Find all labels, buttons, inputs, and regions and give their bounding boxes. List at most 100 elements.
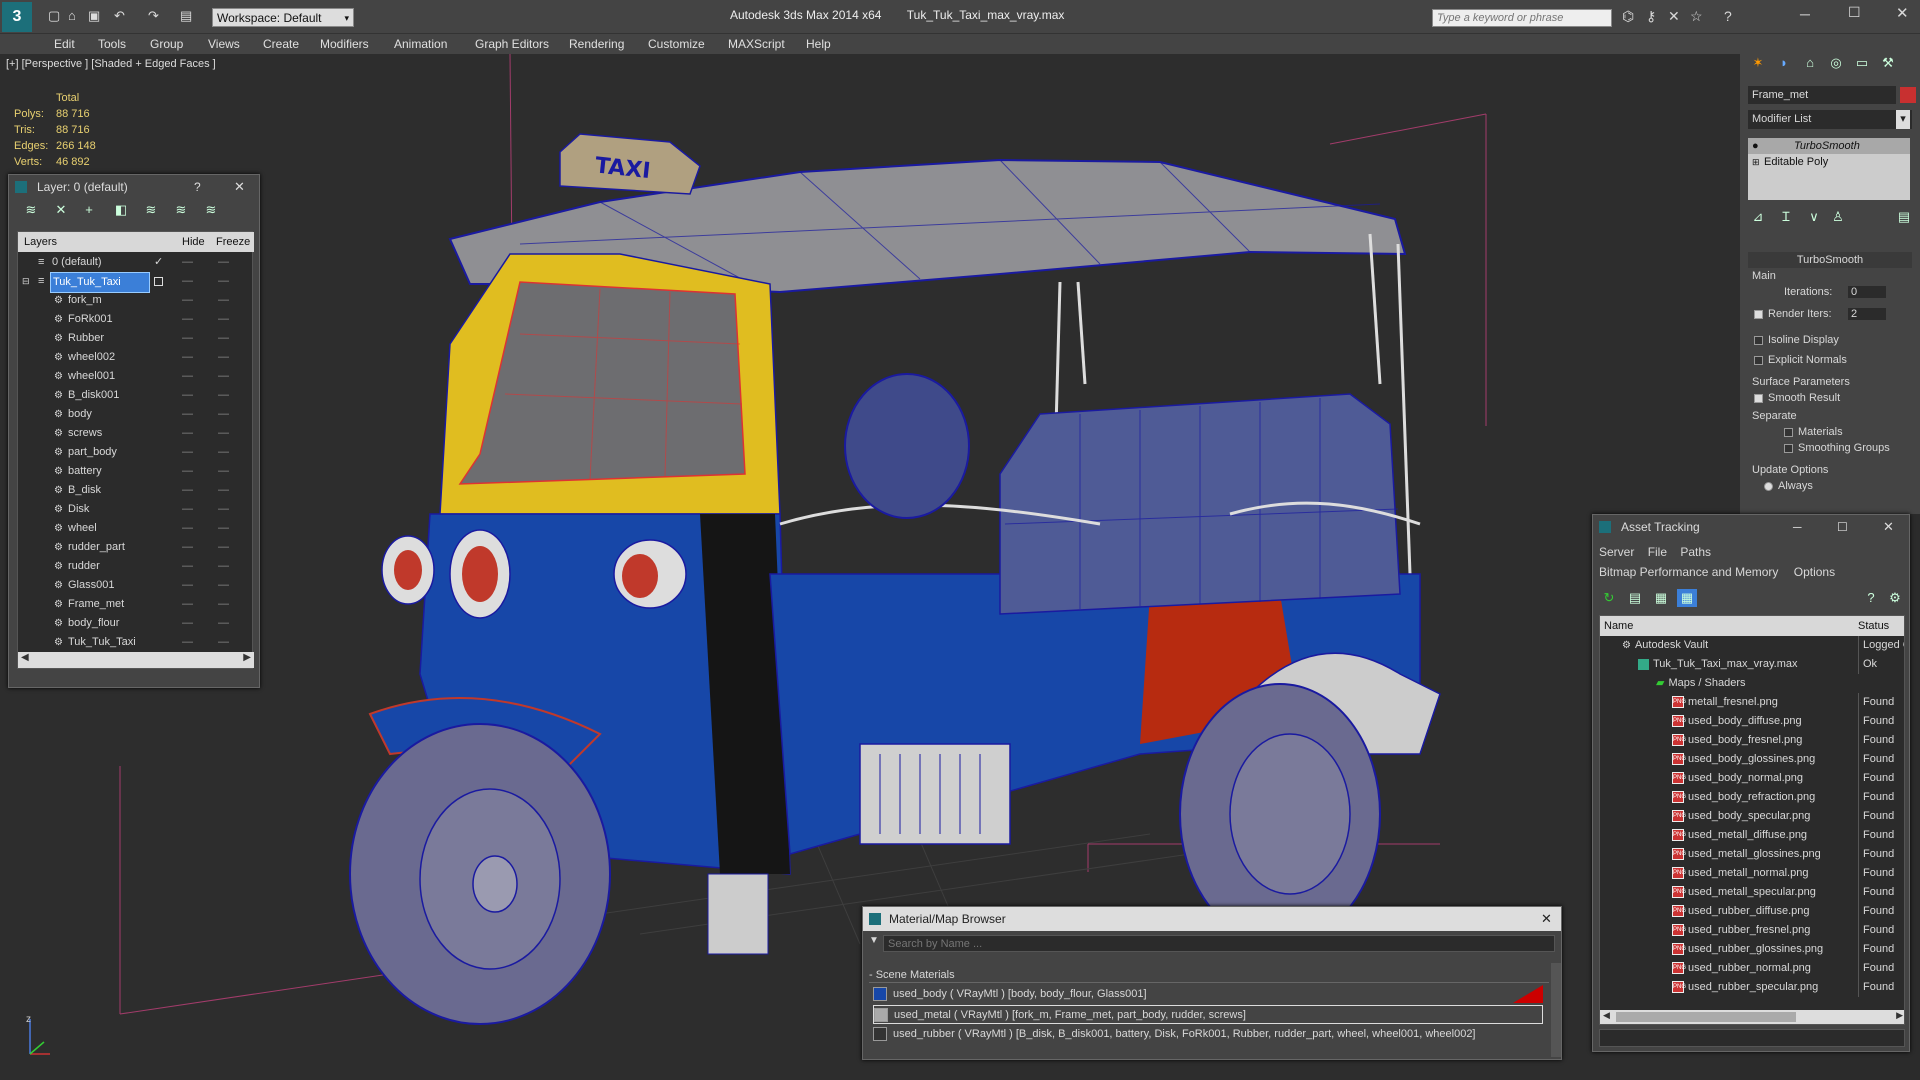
layer-object-row[interactable]: ⚙ battery — — bbox=[18, 462, 254, 481]
minimize-icon[interactable]: ─ bbox=[1800, 6, 1810, 22]
asset-row[interactable]: PNG used_body_fresnel.png Found bbox=[1600, 731, 1904, 750]
layer-object-row[interactable]: ⚙ rudder_part — — bbox=[18, 538, 254, 557]
layer-object-row[interactable]: ⚙ rudder — — bbox=[18, 557, 254, 576]
hide-toggle[interactable]: — bbox=[182, 348, 193, 367]
material-search-input[interactable] bbox=[883, 935, 1555, 952]
chevron-right-icon[interactable]: ▶ bbox=[1896, 1010, 1903, 1021]
freeze-toggle[interactable]: — bbox=[218, 633, 229, 652]
menu-tools[interactable]: Tools bbox=[98, 37, 126, 51]
open-file-icon[interactable]: ⌂ bbox=[68, 8, 76, 23]
asset-row[interactable]: PNG used_body_refraction.png Found bbox=[1600, 788, 1904, 807]
isoline-checkbox[interactable] bbox=[1754, 336, 1763, 345]
freeze-toggle[interactable]: — bbox=[218, 253, 229, 272]
layer-object-row[interactable]: ⚙ B_disk001 — — bbox=[18, 386, 254, 405]
freeze-toggle[interactable]: — bbox=[218, 557, 229, 576]
hide-toggle[interactable]: — bbox=[182, 538, 193, 557]
menu-server[interactable]: Server bbox=[1599, 545, 1634, 559]
thumbnail-view-icon[interactable]: ▦ bbox=[1651, 589, 1671, 607]
smoothing-groups-checkbox[interactable] bbox=[1784, 444, 1793, 453]
menu-bitmap-performance[interactable]: Bitmap Performance and Memory bbox=[1599, 565, 1778, 579]
layer-object-row[interactable]: ⚙ wheel001 — — bbox=[18, 367, 254, 386]
iterations-spinner[interactable]: 0 bbox=[1848, 286, 1886, 298]
chevron-down-icon[interactable]: ▼ bbox=[869, 935, 879, 946]
app-logo[interactable]: 3 bbox=[2, 2, 32, 32]
asset-row[interactable]: PNG used_metall_specular.png Found bbox=[1600, 883, 1904, 902]
hide-toggle[interactable]: — bbox=[182, 253, 193, 272]
delete-layer-icon[interactable]: ✕ bbox=[51, 201, 71, 219]
minimize-icon[interactable]: ─ bbox=[1793, 515, 1802, 539]
asset-row[interactable]: PNG used_body_glossines.png Found bbox=[1600, 750, 1904, 769]
col-layers[interactable]: Layers bbox=[24, 232, 57, 252]
col-status[interactable]: Status bbox=[1858, 616, 1889, 636]
help-icon[interactable]: ? bbox=[1724, 8, 1732, 24]
asset-row[interactable]: PNG used_body_diffuse.png Found bbox=[1600, 712, 1904, 731]
hide-toggle[interactable]: — bbox=[182, 614, 193, 633]
highlight-layer-icon[interactable]: ≋ bbox=[141, 201, 161, 219]
layer-object-row[interactable]: ⚙ body — — bbox=[18, 405, 254, 424]
menu-edit[interactable]: Edit bbox=[54, 37, 75, 51]
freeze-toggle[interactable]: — bbox=[218, 519, 229, 538]
explicit-checkbox[interactable] bbox=[1754, 356, 1763, 365]
render-iters-spinner[interactable]: 2 bbox=[1848, 308, 1886, 320]
menu-paths[interactable]: Paths bbox=[1680, 545, 1711, 559]
asset-row[interactable]: Tuk_Tuk_Taxi_max_vray.max Ok bbox=[1600, 655, 1904, 674]
hide-toggle[interactable]: — bbox=[182, 291, 193, 310]
freeze-toggle[interactable]: — bbox=[218, 405, 229, 424]
expand-icon[interactable]: ⊞ bbox=[1752, 154, 1760, 170]
asset-row[interactable]: ▰ Maps / Shaders bbox=[1600, 674, 1904, 693]
menu-rendering[interactable]: Rendering bbox=[569, 37, 624, 51]
layer-object-row[interactable]: ⚙ Rubber — — bbox=[18, 329, 254, 348]
utilities-tab-icon[interactable]: ⚒ bbox=[1878, 54, 1898, 72]
layer-object-row[interactable]: ⚙ part_body — — bbox=[18, 443, 254, 462]
settings-icon[interactable]: ⚙ bbox=[1885, 589, 1905, 607]
layer-object-row[interactable]: ⚙ Glass001 — — bbox=[18, 576, 254, 595]
menu-help[interactable]: Help bbox=[806, 37, 831, 51]
layer-object-row[interactable]: ⚙ FoRk001 — — bbox=[18, 310, 254, 329]
hide-toggle[interactable]: — bbox=[182, 481, 193, 500]
material-scrollbar[interactable] bbox=[1551, 963, 1561, 1057]
show-end-result-icon[interactable]: Ɪ bbox=[1776, 208, 1796, 226]
remove-modifier-icon[interactable]: ♙ bbox=[1828, 208, 1848, 226]
menu-options[interactable]: Options bbox=[1794, 565, 1835, 579]
infocenter-search[interactable] bbox=[1432, 9, 1612, 27]
menu-modifiers[interactable]: Modifiers bbox=[320, 37, 369, 51]
material-item[interactable]: used_body ( VRayMtl ) [body, body_flour,… bbox=[873, 985, 1543, 1004]
key-icon[interactable]: ⚷ bbox=[1646, 8, 1656, 25]
help-icon[interactable]: ? bbox=[1861, 589, 1881, 607]
hide-toggle[interactable]: — bbox=[182, 633, 193, 652]
close-icon[interactable]: ✕ bbox=[234, 175, 245, 199]
stack-item-editable-poly[interactable]: ⊞ Editable Poly bbox=[1748, 154, 1910, 170]
save-icon[interactable]: ▣ bbox=[88, 8, 100, 24]
layer-object-row[interactable]: ⚙ wheel — — bbox=[18, 519, 254, 538]
menu-file[interactable]: File bbox=[1648, 545, 1667, 559]
freeze-toggle[interactable]: — bbox=[218, 386, 229, 405]
asset-row[interactable]: PNG used_rubber_normal.png Found bbox=[1600, 959, 1904, 978]
maximize-icon[interactable]: ☐ bbox=[1848, 4, 1861, 21]
chevron-right-icon[interactable]: ▶ bbox=[243, 652, 251, 663]
add-to-layer-icon[interactable]: + bbox=[79, 201, 99, 219]
layer-object-row[interactable]: ⚙ screws — — bbox=[18, 424, 254, 443]
menu-maxscript[interactable]: MAXScript bbox=[728, 37, 785, 51]
modifier-list-dropdown[interactable]: Modifier List ▾ bbox=[1748, 110, 1912, 129]
viewport-label[interactable]: [+] [Perspective ] [Shaded + Edged Faces… bbox=[6, 58, 216, 70]
scene-materials-group[interactable]: - Scene Materials bbox=[869, 967, 1549, 983]
search-input[interactable] bbox=[1433, 10, 1611, 26]
stack-item-turbosmooth[interactable]: ● TurboSmooth bbox=[1748, 138, 1910, 154]
material-item[interactable]: used_rubber ( VRayMtl ) [B_disk, B_disk0… bbox=[873, 1025, 1543, 1044]
col-freeze[interactable]: Freeze bbox=[216, 232, 250, 252]
chevron-left-icon[interactable]: ◀ bbox=[1603, 1010, 1610, 1021]
hide-toggle[interactable]: — bbox=[182, 500, 193, 519]
layer-select-box-icon[interactable] bbox=[154, 277, 163, 286]
pin-stack-icon[interactable]: ⊿ bbox=[1748, 208, 1768, 226]
modify-tab-icon[interactable]: ◗ bbox=[1774, 54, 1794, 72]
freeze-toggle[interactable]: — bbox=[218, 538, 229, 557]
horizontal-scrollbar[interactable]: ◀ ▶ bbox=[18, 652, 254, 668]
exchange-icon[interactable]: ✕ bbox=[1668, 8, 1680, 25]
hide-toggle[interactable]: — bbox=[182, 329, 193, 348]
freeze-toggle[interactable]: — bbox=[218, 576, 229, 595]
asset-row[interactable]: PNG metall_fresnel.png Found bbox=[1600, 693, 1904, 712]
star-icon[interactable]: ☆ bbox=[1690, 8, 1703, 25]
project-folder-icon[interactable]: ▤ bbox=[180, 8, 192, 24]
freeze-toggle[interactable]: — bbox=[218, 291, 229, 310]
table-view-icon[interactable]: ▦ bbox=[1677, 589, 1697, 607]
